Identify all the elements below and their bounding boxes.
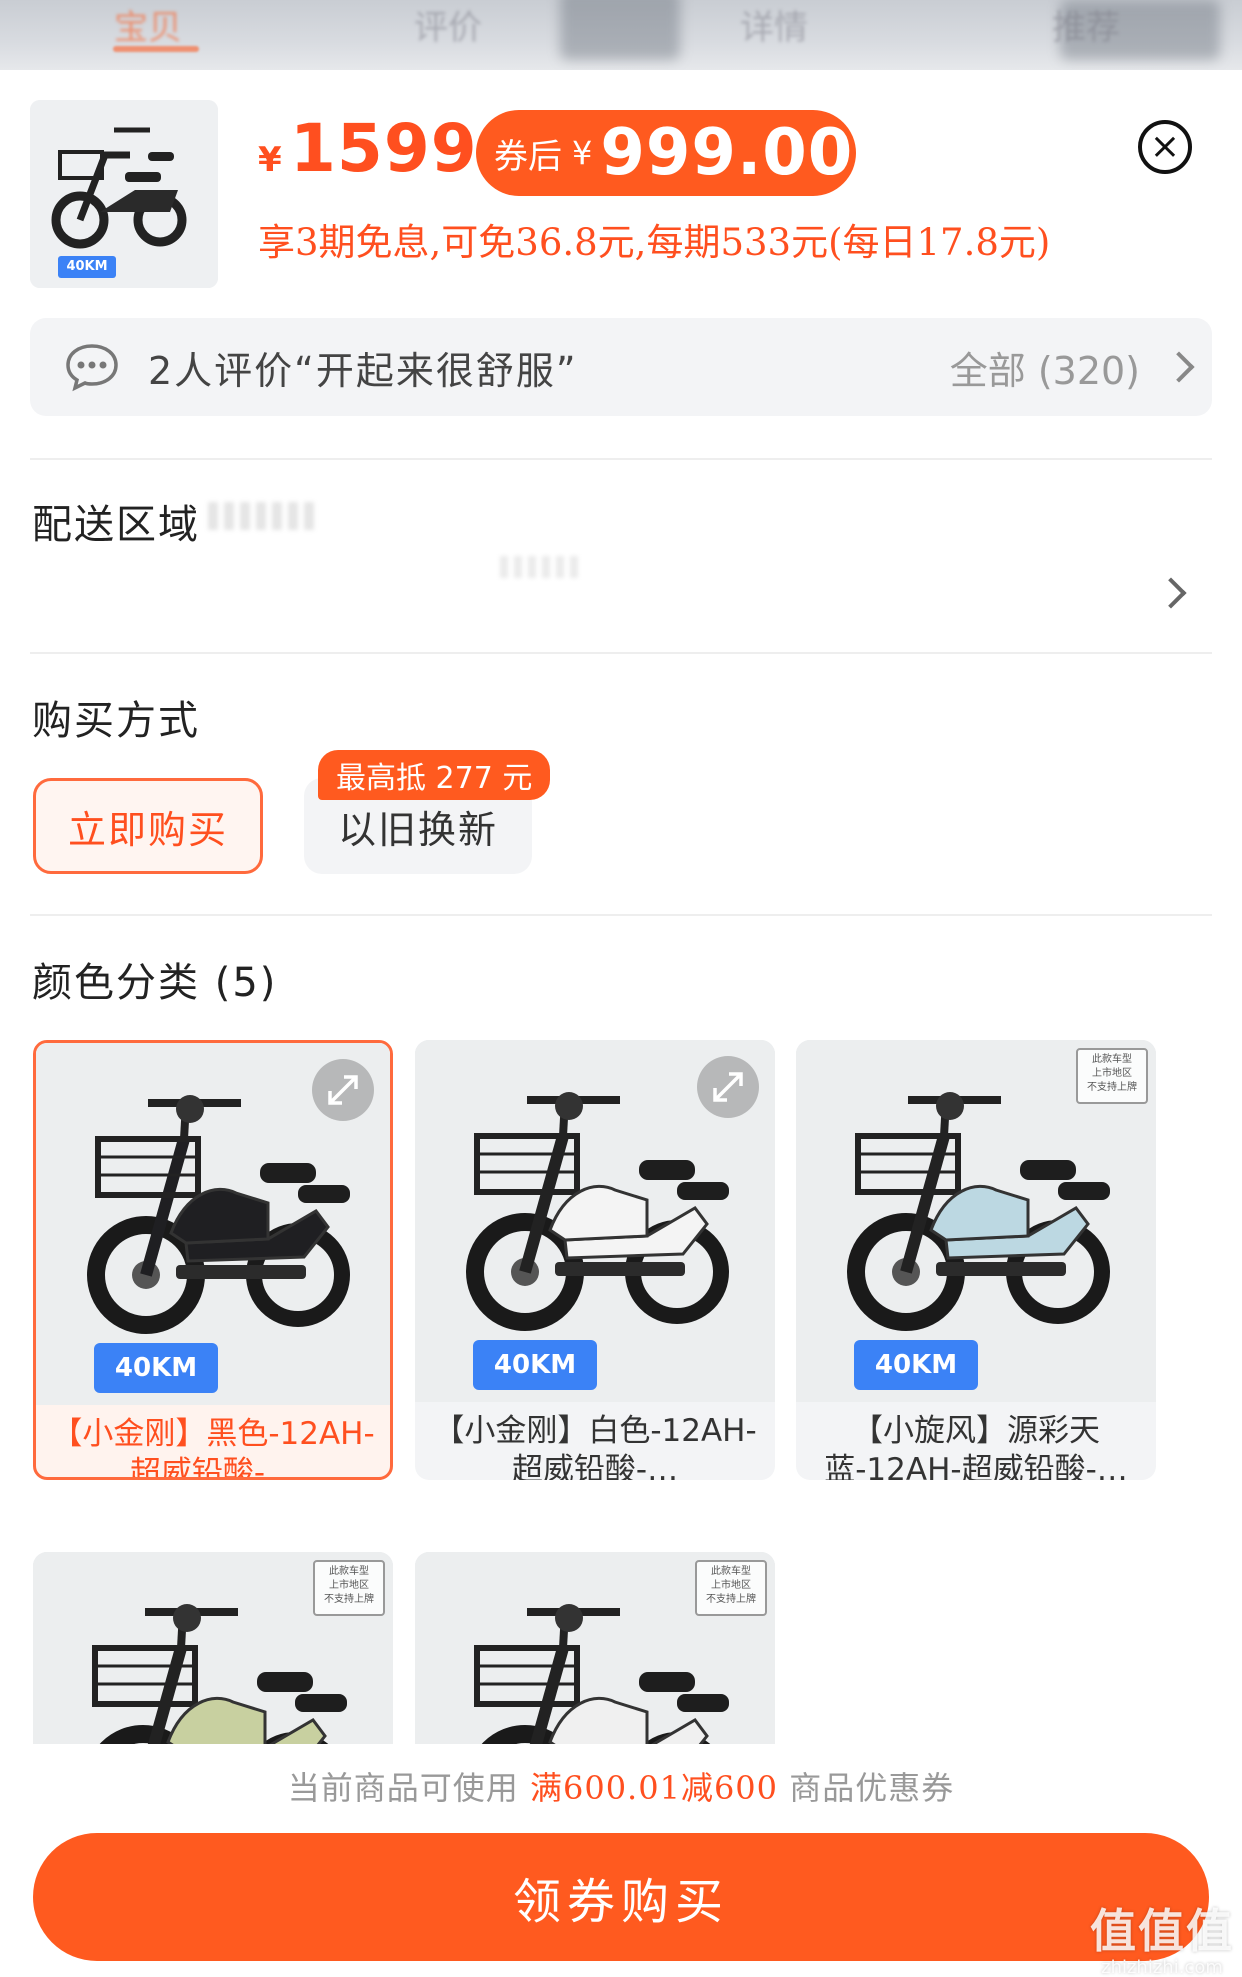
chat-bubble-icon	[64, 342, 120, 392]
range-badge: 40KM	[854, 1340, 978, 1390]
color-option-name: 【小旋风】源彩天蓝-12AH-超威铅酸-…	[824, 1413, 1128, 1480]
close-icon: ×	[1149, 126, 1181, 167]
range-badge: 40KM	[473, 1340, 597, 1390]
price-value: 1599	[290, 110, 478, 187]
registration-tag-line: 不支持上牌	[1087, 1082, 1137, 1093]
watermark-logo: 值值值	[1090, 1904, 1234, 1958]
product-thumbnail[interactable]: 40KM	[30, 100, 218, 288]
tab-recommend: 推荐	[1052, 8, 1120, 48]
purchase-method-title: 购买方式	[32, 698, 200, 744]
coupon-price-pill: 券后 ¥ 999.00	[476, 110, 856, 196]
active-tab-underline	[113, 46, 199, 52]
registration-tag-line: 不支持上牌	[706, 1594, 756, 1605]
tab-baobei: 宝贝	[114, 8, 182, 48]
registration-tag-line: 此款车型	[329, 1566, 369, 1577]
price-currency: ¥	[258, 140, 282, 180]
coupon-price: 999.00	[600, 116, 854, 190]
tab-reviews: 评价	[414, 8, 482, 48]
coupon-label: 券后	[494, 136, 562, 177]
divider	[30, 914, 1212, 916]
expand-icon[interactable]	[697, 1056, 759, 1118]
coupon-notice-prefix: 当前商品可使用	[287, 1769, 519, 1807]
trade-in-discount-badge: 最高抵 277 元	[318, 750, 551, 800]
range-badge: 40KM	[58, 256, 116, 278]
range-badge: 40KM	[94, 1343, 218, 1393]
sku-selection-sheet: 40KM ¥ 1599 券后 ¥ 999.00 × 享3期免息,可免36.8元,…	[0, 70, 1242, 1977]
tab-details: 详情	[740, 8, 808, 48]
review-snippet: 2人评价“开起来很舒服”	[148, 348, 578, 393]
coupon-notice: 当前商品可使用 满600.01减600 商品优惠券	[0, 1763, 1242, 1809]
claim-coupon-buy-button[interactable]: 领券购买	[33, 1833, 1209, 1961]
registration-tag[interactable]: 此款车型上市地区不支持上牌	[695, 1560, 767, 1616]
color-option-card[interactable]: 40KM 【小金刚】白色-12AH-超威铅酸-…	[415, 1040, 775, 1480]
coupon-notice-highlight: 满600.01减600	[529, 1769, 779, 1807]
registration-tag-line: 上市地区	[329, 1580, 369, 1591]
color-option-card[interactable]: 40KM 此款车型上市地区不支持上牌【小旋风】源彩天蓝-12AH-超威铅酸-…	[796, 1040, 1156, 1480]
background-tab-strip: 宝贝 评价 详情 推荐	[0, 0, 1242, 70]
divider	[30, 458, 1212, 460]
coupon-notice-suffix: 商品优惠券	[789, 1769, 955, 1807]
expand-icon[interactable]	[312, 1059, 374, 1121]
divider	[30, 652, 1212, 654]
registration-tag[interactable]: 此款车型上市地区不支持上牌	[313, 1560, 385, 1616]
registration-tag-line: 上市地区	[1092, 1068, 1132, 1079]
coupon-currency: ¥	[572, 134, 593, 172]
buy-now-option[interactable]: 立即购买	[33, 778, 263, 874]
site-watermark: 值值值 zhizhizhi.com	[1090, 1895, 1234, 1977]
installment-info: 享3期免息,可免36.8元,每期533元(每日17.8元)	[258, 221, 1051, 264]
delivery-region-row[interactable]	[30, 480, 1212, 630]
review-summary-bar[interactable]: 2人评价“开起来很舒服” 全部 (320)	[30, 318, 1212, 416]
registration-tag-line: 上市地区	[711, 1580, 751, 1591]
registration-tag-line: 此款车型	[711, 1566, 751, 1577]
close-button[interactable]: ×	[1138, 120, 1192, 174]
chevron-right-icon	[1163, 351, 1195, 383]
review-count: 全部 (320)	[949, 348, 1140, 393]
color-option-name: 【小金刚】白色-12AH-超威铅酸-…	[433, 1413, 757, 1480]
color-option-name: 【小金刚】黑色-12AH-超威铅酸-…	[51, 1416, 375, 1480]
color-option-card[interactable]: 40KM 【小金刚】黑色-12AH-超威铅酸-…	[33, 1040, 393, 1480]
registration-tag[interactable]: 此款车型上市地区不支持上牌	[1076, 1048, 1148, 1104]
registration-tag-line: 不支持上牌	[324, 1594, 374, 1605]
registration-tag-line: 此款车型	[1092, 1054, 1132, 1065]
watermark-url: zhizhizhi.com	[1101, 1957, 1223, 1977]
color-category-title: 颜色分类 (5)	[32, 960, 278, 1006]
